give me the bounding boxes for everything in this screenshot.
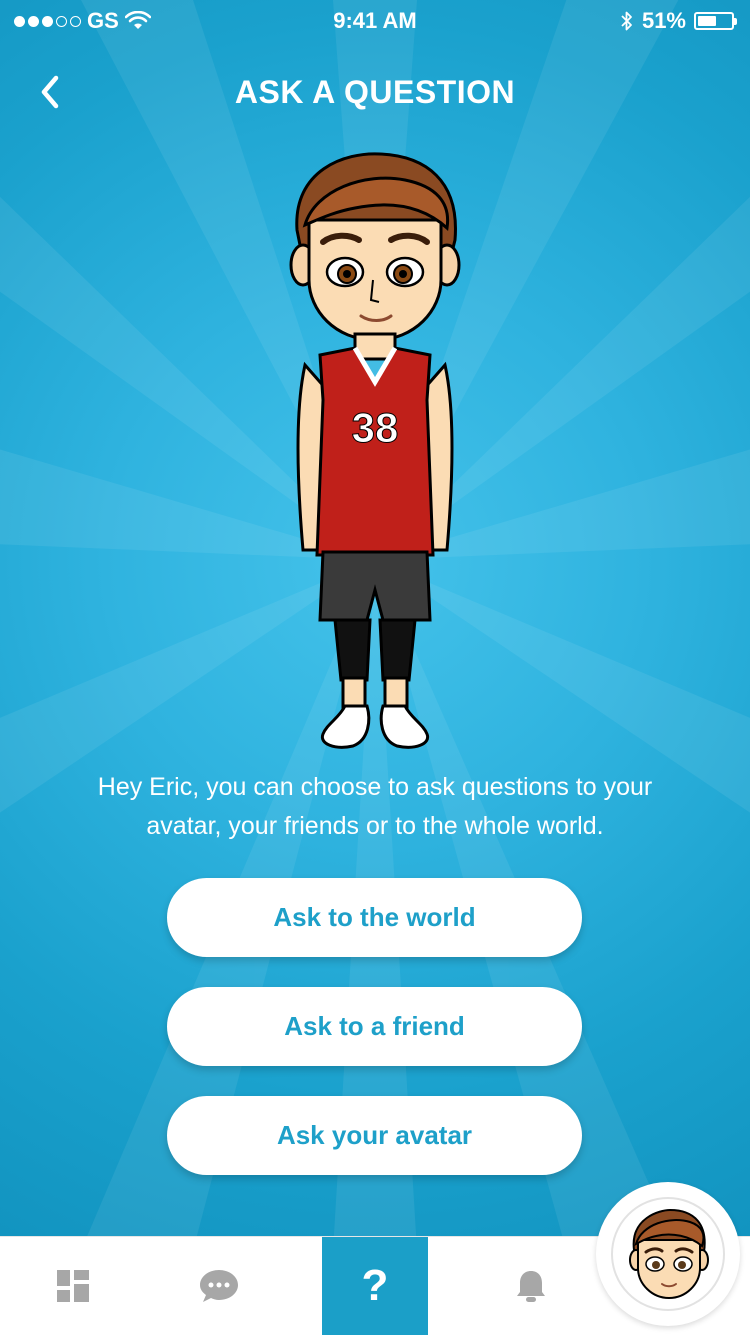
- jersey-number: 38: [352, 404, 399, 451]
- status-right-group: 51%: [620, 8, 737, 34]
- ask-friend-button[interactable]: Ask to a friend: [167, 987, 582, 1066]
- tab-notifications[interactable]: [478, 1237, 584, 1335]
- profile-avatar-button[interactable]: [596, 1182, 740, 1326]
- nav-header: ASK A QUESTION: [0, 60, 750, 124]
- battery-icon: [694, 12, 737, 30]
- tab-dashboard[interactable]: [20, 1237, 126, 1335]
- bluetooth-icon: [621, 11, 632, 31]
- status-bar: GS 9:41 AM 51%: [0, 0, 750, 40]
- tab-questions[interactable]: ?: [322, 1237, 428, 1335]
- avatar-illustration: 38: [289, 152, 461, 749]
- avatar: [611, 1197, 725, 1311]
- tab-chat[interactable]: [166, 1237, 272, 1335]
- intro-text: Hey Eric, you can choose to ask question…: [97, 773, 653, 840]
- question-mark-icon: ?: [361, 1261, 389, 1310]
- bell-icon: [517, 1271, 545, 1302]
- avatar-face-icon: [629, 1208, 709, 1300]
- dashboard-grid-icon: [57, 1270, 89, 1302]
- ask-world-button[interactable]: Ask to the world: [167, 878, 582, 957]
- main-screen: GS 9:41 AM 51% ASK A QUESTION 38 Hey Eri…: [0, 0, 750, 1236]
- ask-avatar-button[interactable]: Ask your avatar: [167, 1096, 582, 1175]
- page-title: ASK A QUESTION: [234, 74, 516, 110]
- chat-bubble-icon: [200, 1270, 238, 1302]
- battery-percent: 51%: [641, 8, 686, 33]
